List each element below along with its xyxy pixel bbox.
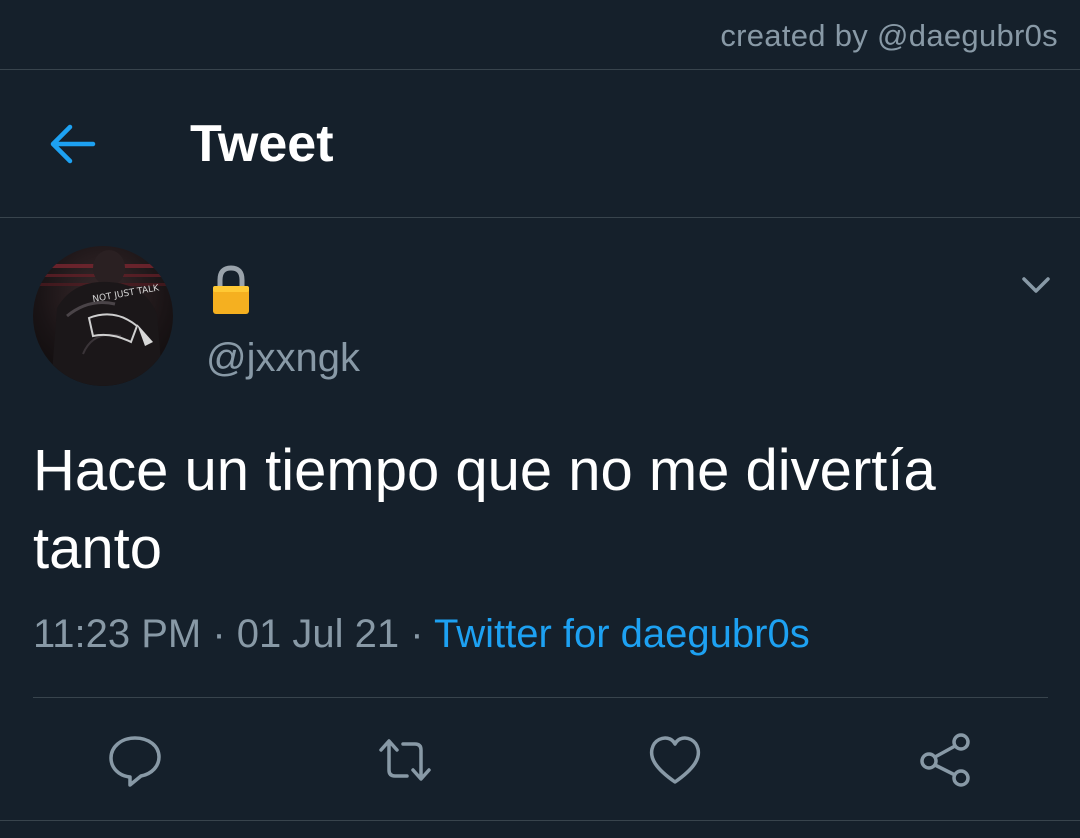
creator-credit: created by @daegubr0s xyxy=(720,18,1058,53)
lock-icon xyxy=(213,265,249,314)
avatar[interactable]: NOT JUST TALK xyxy=(33,246,173,386)
action-bar xyxy=(0,730,1080,790)
divider xyxy=(33,697,1048,698)
avatar-photo: NOT JUST TALK xyxy=(33,250,173,386)
tweet-source-link[interactable]: Twitter for daegubr0s xyxy=(434,612,810,656)
meta-separator: · xyxy=(201,612,237,656)
meta-separator: · xyxy=(399,612,434,656)
arrow-left-icon[interactable] xyxy=(48,121,98,167)
chevron-down-icon[interactable] xyxy=(1016,268,1056,302)
tweet-meta: 11:23 PM · 01 Jul 21 · Twitter for daegu… xyxy=(33,612,810,657)
share-icon[interactable] xyxy=(915,730,975,790)
retweet-icon[interactable] xyxy=(375,730,435,790)
comment-icon[interactable] xyxy=(105,730,165,790)
tweet-time: 11:23 PM xyxy=(33,612,202,656)
tweet-date: 01 Jul 21 xyxy=(236,612,400,656)
bottom-divider xyxy=(0,820,1080,821)
tweet-text: Hace un tiempo que no me divertía tanto xyxy=(33,438,936,581)
credit-bar: created by @daegubr0s xyxy=(0,0,1080,70)
heart-icon[interactable] xyxy=(645,730,705,790)
header: Tweet xyxy=(0,70,1080,218)
author-handle[interactable]: @jxxngk xyxy=(206,336,360,381)
page-title: Tweet xyxy=(190,115,334,173)
